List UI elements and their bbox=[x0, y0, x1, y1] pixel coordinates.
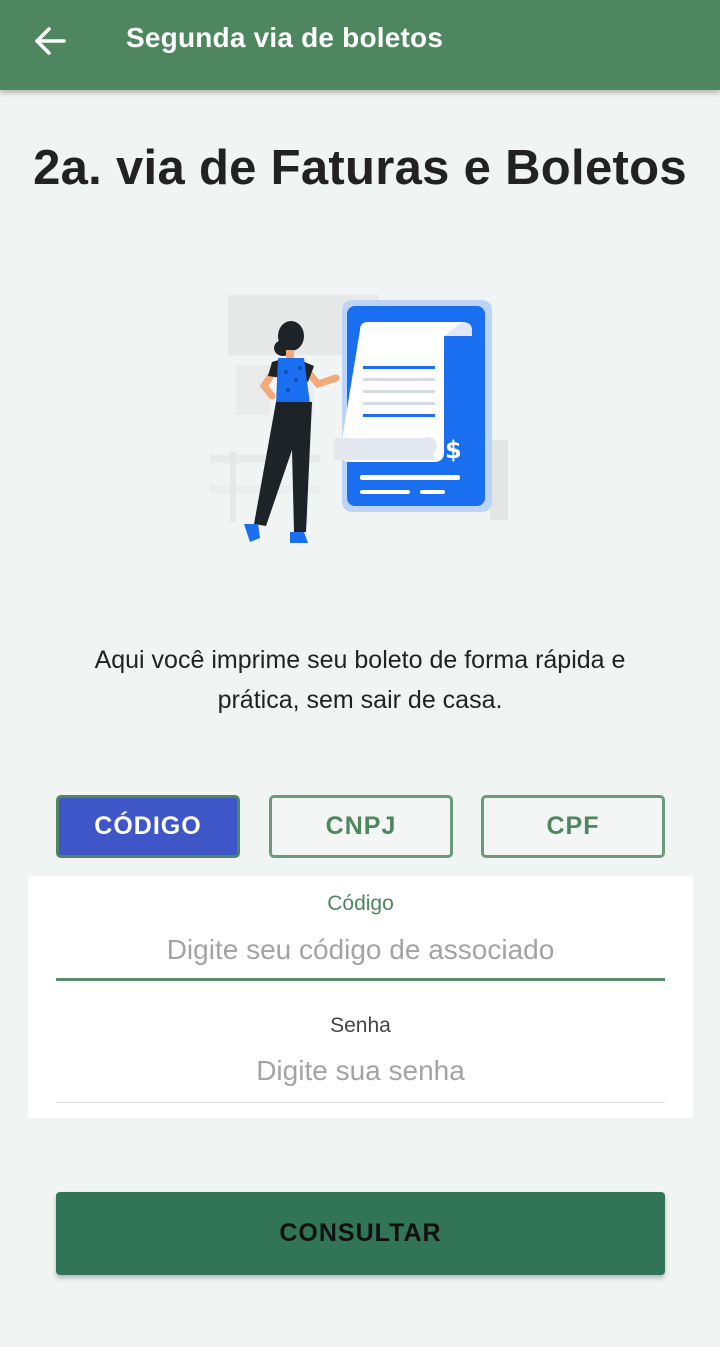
page-title: 2a. via de Faturas e Boletos bbox=[33, 141, 687, 195]
person-with-invoice-illustration: $ bbox=[190, 280, 530, 560]
codigo-input[interactable] bbox=[56, 925, 665, 975]
back-button[interactable] bbox=[22, 16, 78, 66]
tab-cpf[interactable]: CPF bbox=[481, 795, 665, 858]
tab-cnpj[interactable]: CNPJ bbox=[269, 795, 453, 858]
consultar-button[interactable]: CONSULTAR bbox=[56, 1192, 665, 1275]
page-description: Aqui você imprime seu boleto de forma rá… bbox=[94, 646, 626, 714]
app-bar: Segunda via de boletos bbox=[0, 0, 720, 90]
login-form: Código Senha bbox=[28, 876, 693, 1118]
dollar-sign-icon: $ bbox=[445, 436, 462, 464]
tab-codigo[interactable]: CÓDIGO bbox=[56, 795, 240, 858]
app-bar-title: Segunda via de boletos bbox=[126, 22, 444, 53]
senha-input[interactable] bbox=[56, 1046, 665, 1096]
arrow-left-icon bbox=[35, 27, 66, 55]
codigo-input-underline bbox=[56, 978, 665, 981]
senha-input-underline bbox=[56, 1102, 665, 1103]
senha-label: Senha bbox=[330, 1014, 391, 1037]
codigo-label: Código bbox=[327, 892, 394, 915]
